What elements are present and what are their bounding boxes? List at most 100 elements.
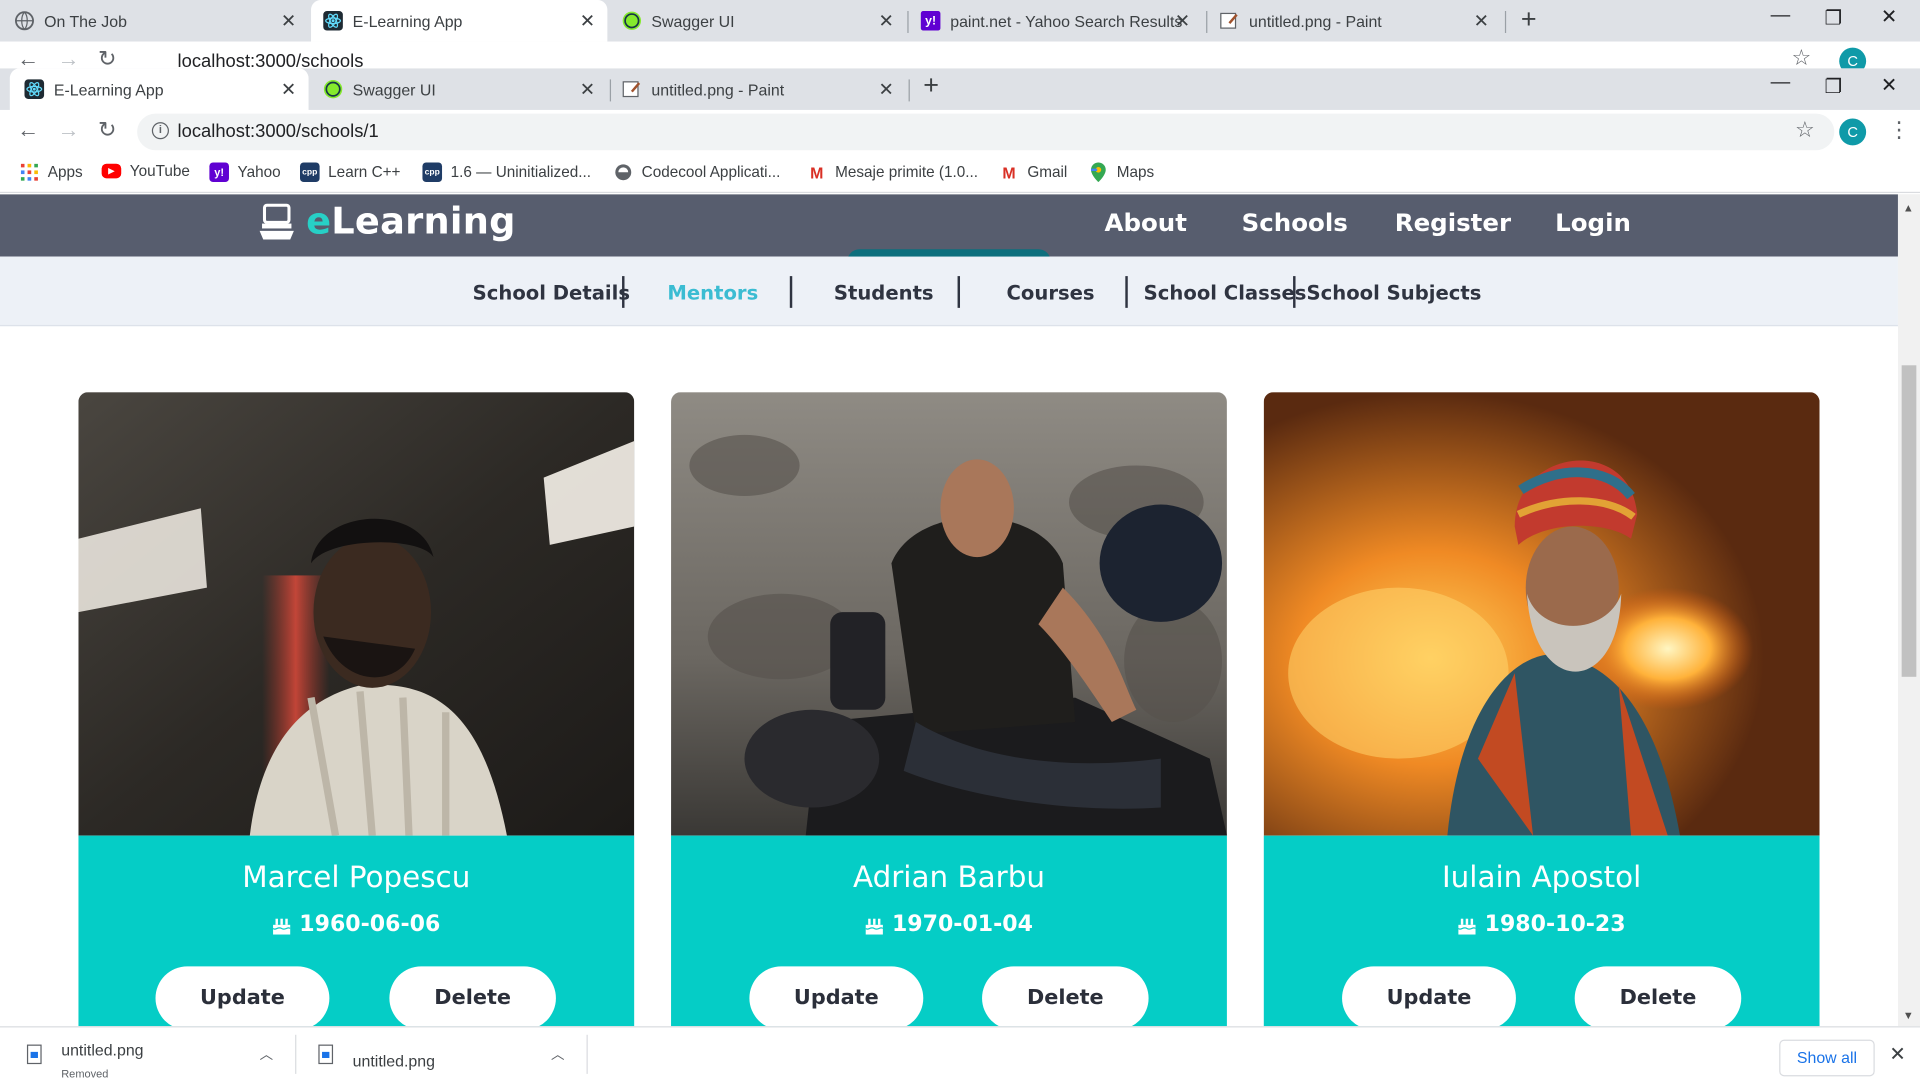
new-tab-icon[interactable]: + [923,70,939,102]
react-icon [323,10,343,31]
birthdate-text: 1970-01-04 [891,911,1033,938]
gmail-icon: M [810,163,824,182]
tab-school-subjects[interactable]: School Subjects [1307,281,1482,304]
back-arrow-icon[interactable]: ← [17,117,39,143]
download-filename: untitled.png [61,1040,144,1060]
bookmark-mesaje-primite[interactable]: M Mesaje primite (1.0... [807,162,978,182]
bookmark-codecool[interactable]: Codecool Applicati... [613,162,780,182]
update-button[interactable]: Update [1342,966,1516,1027]
bookmark-apps[interactable]: Apps [20,162,83,182]
mentor-card: Iulain Apostol 1980-10-23 Update Delete [1263,392,1820,1027]
page-scrollbar[interactable]: ▲ ▼ [1897,194,1920,1027]
bookmark-uninitialized[interactable]: cpp 1.6 — Uninitialized... [422,162,591,183]
delete-button[interactable]: Delete [982,966,1149,1027]
close-tab-icon[interactable]: ✕ [281,10,296,32]
scroll-up-arrow-icon[interactable]: ▲ [1903,202,1914,214]
tab-title: On The Job [44,11,127,30]
close-window-icon[interactable]: ✕ [1881,5,1897,29]
scrollbar-thumb[interactable] [1901,365,1917,677]
nav-login-link[interactable]: Login [1555,208,1631,237]
nav-register-link[interactable]: Register [1395,208,1511,237]
delete-button[interactable]: Delete [389,966,556,1027]
reload-icon[interactable]: ↻ [98,46,116,68]
update-button[interactable]: Update [749,966,924,1027]
tab-paint[interactable]: untitled.png - Paint ✕ [622,68,906,110]
close-shelf-icon[interactable]: ✕ [1889,1042,1905,1066]
subnav-divider [1125,276,1128,308]
info-icon[interactable]: i [151,122,169,140]
maximize-icon[interactable]: ❐ [1825,6,1843,30]
nav-schools-link[interactable]: Schools [1242,208,1348,237]
update-button[interactable]: Update [155,966,330,1027]
brand-logo[interactable]: eLearning [257,200,516,243]
back-tab-on-the-job[interactable]: On The Job ✕ [15,0,309,42]
tab-mentors[interactable]: Mentors [667,281,758,304]
scroll-down-arrow-icon[interactable]: ▼ [1903,1009,1914,1021]
tab-elearning[interactable]: E-Learning App ✕ [9,68,309,110]
chevron-up-icon[interactable]: ︿ [260,1045,273,1065]
cpp-icon: cpp [422,162,443,183]
address-bar[interactable]: i localhost:3000/schools/1 ☆ [137,113,1835,151]
tab-school-details[interactable]: School Details [473,281,630,304]
back-tab-paint[interactable]: untitled.png - Paint ✕ [1220,0,1502,42]
tab-school-classes[interactable]: School Classes [1144,281,1307,304]
address-text[interactable]: localhost:3000/schools/1 [178,121,379,142]
back-tab-swagger[interactable]: Swagger UI ✕ [622,0,906,42]
profile-avatar[interactable]: C [1839,118,1867,146]
download-item[interactable]: untitled.png Removed ︿ [0,1027,294,1080]
minimize-icon[interactable]: — [1771,72,1791,94]
tab-students[interactable]: Students [834,281,934,304]
forward-arrow-icon[interactable]: → [58,117,80,143]
menu-kebab-icon[interactable]: ⋮ [1888,117,1910,143]
birthday-cake-icon [273,918,292,934]
forward-arrow-icon[interactable]: → [58,46,80,68]
bookmark-star-icon[interactable]: ☆ [1791,45,1811,68]
back-tab-yahoo[interactable]: y! paint.net - Yahoo Search Results ✕ [920,0,1203,42]
tab-divider [907,10,909,33]
front-window-tab-strip: E-Learning App ✕ Swagger UI ✕ untitled.p… [0,68,1920,110]
tab-title: paint.net - Yahoo Search Results [950,11,1183,30]
maximize-icon[interactable]: ❐ [1825,75,1843,99]
reload-icon[interactable]: ↻ [98,117,116,143]
close-window-icon[interactable]: ✕ [1881,73,1897,97]
show-all-button[interactable]: Show all [1779,1039,1875,1077]
codecool-icon [613,162,633,182]
school-subnav: School Details Mentors Students Courses … [0,256,1898,327]
back-arrow-icon[interactable]: ← [17,46,39,68]
close-tab-icon[interactable]: ✕ [580,10,595,32]
close-tab-icon[interactable]: ✕ [580,78,595,100]
mentor-name: Marcel Popescu [242,860,471,895]
mentor-birthdate: 1980-10-23 [1264,911,1820,937]
chevron-up-icon[interactable]: ︿ [551,1045,564,1065]
bookmark-yahoo[interactable]: y! Yahoo [209,162,281,183]
nav-about-link[interactable]: About [1104,208,1186,237]
tab-divider [1206,10,1208,33]
close-tab-icon[interactable]: ✕ [281,78,296,100]
close-tab-icon[interactable]: ✕ [1175,10,1190,32]
bookmark-star-icon[interactable]: ☆ [1795,117,1815,143]
new-tab-icon[interactable]: + [1521,4,1537,36]
download-status: Removed [61,1067,109,1080]
browser-toolbar: ← → ↻ i localhost:3000/schools/1 ☆ C ⋮ [0,109,1920,154]
tab-title: untitled.png - Paint [1248,11,1382,30]
bookmark-learn-cpp[interactable]: cpp Learn C++ [300,162,401,183]
download-item[interactable]: untitled.png ︿ [291,1027,585,1080]
back-tab-elearning[interactable]: E-Learning App ✕ [311,0,608,42]
close-tab-icon[interactable]: ✕ [878,10,893,32]
swagger-icon [323,79,343,99]
close-tab-icon[interactable]: ✕ [878,78,893,100]
bookmark-gmail[interactable]: M Gmail [999,162,1067,182]
delete-button[interactable]: Delete [1574,966,1742,1027]
close-tab-icon[interactable]: ✕ [1474,10,1489,32]
back-address-text[interactable]: localhost:3000/schools [178,51,364,68]
tab-swagger[interactable]: Swagger UI ✕ [323,68,607,110]
tab-courses[interactable]: Courses [1007,281,1095,304]
tab-title: E-Learning App [53,80,164,99]
bookmark-maps[interactable]: Maps [1089,162,1154,183]
profile-avatar[interactable]: C [1839,47,1867,69]
minimize-icon[interactable]: — [1771,5,1791,27]
mentor-photo [1263,392,1820,836]
bookmark-youtube[interactable]: ▶ YouTube [101,162,190,180]
mentor-name: Iulain Apostol [1441,860,1642,895]
page-viewport: eLearning About Schools Register Login S… [0,194,1898,1027]
